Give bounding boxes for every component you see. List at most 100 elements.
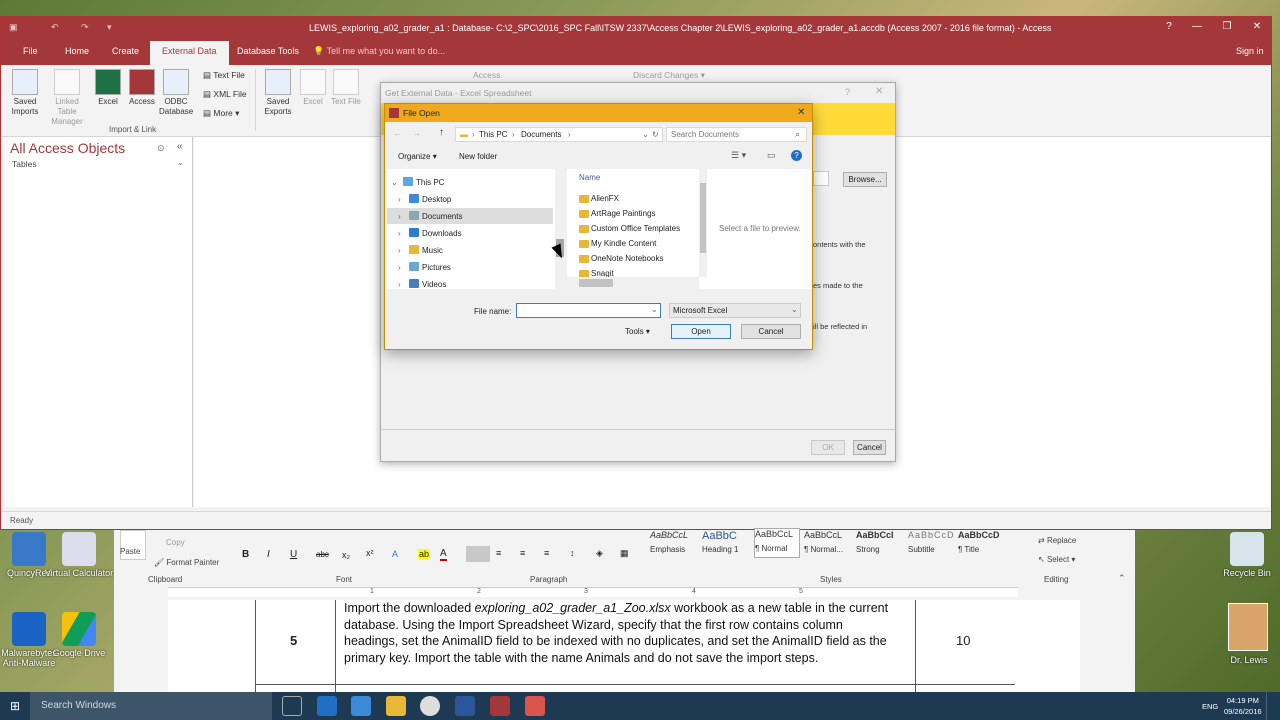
browse-button[interactable]: Browse... [843, 172, 887, 187]
step-instructions[interactable]: Import the downloaded exploring_a02_grad… [344, 600, 896, 666]
task-view-icon[interactable] [282, 696, 302, 716]
odbc-database-button[interactable]: ODBC Database [159, 69, 193, 117]
search-input[interactable]: Search Documents ⌕ [666, 127, 807, 142]
export-text-file-button[interactable]: Text File [329, 69, 363, 107]
expand-chevron-icon[interactable]: › [398, 263, 401, 272]
desktop-icon-google-drive[interactable]: Google Drive [44, 612, 114, 658]
file-item-my-kindle-content[interactable]: My Kindle Content [591, 239, 656, 248]
list-vertical-scrollbar[interactable] [699, 169, 707, 277]
tree-item-this-pc[interactable]: ⌄ This PC [387, 174, 553, 190]
style-heading-1[interactable]: AaBbC Heading 1 [702, 530, 752, 554]
scrollbar-thumb[interactable] [700, 183, 706, 253]
tree-item-pictures[interactable]: › Pictures [387, 259, 553, 275]
tree-item-videos[interactable]: › Videos [387, 276, 553, 289]
align-center-icon[interactable]: ≡ [496, 548, 501, 558]
align-left-icon[interactable] [466, 546, 490, 562]
expand-chevron-icon[interactable]: › [398, 229, 401, 238]
align-right-icon[interactable]: ≡ [520, 548, 525, 558]
tab-external-data[interactable]: External Data [150, 41, 229, 65]
style-emphasis[interactable]: AaBbCcL Emphasis [650, 530, 700, 554]
help-button[interactable]: ? [1159, 21, 1179, 32]
linked-table-manager-button[interactable]: Linked Table Manager [45, 69, 89, 127]
tools-button[interactable]: Tools ▾ [625, 327, 650, 336]
collapse-ribbon-icon[interactable]: ⌃ [1118, 573, 1126, 584]
tab-database-tools[interactable]: Database Tools [237, 46, 299, 56]
text-effects-icon[interactable]: A [392, 549, 398, 559]
close-icon[interactable]: ✕ [875, 86, 883, 97]
sign-in-link[interactable]: Sign in [1236, 46, 1264, 56]
import-text-file-button[interactable]: ▤ Text File [203, 70, 245, 81]
style-normal-variant[interactable]: AaBbCcL ¶ Normal... [804, 530, 854, 554]
help-icon[interactable]: ? [791, 150, 802, 161]
edge-icon[interactable] [317, 696, 337, 716]
chrome-icon[interactable] [420, 696, 440, 716]
tell-me-box[interactable]: 💡 Tell me what you want to do... [313, 46, 445, 57]
list-horizontal-scrollbar[interactable] [567, 277, 699, 289]
cancel-button[interactable]: Cancel [741, 324, 801, 339]
desktop-icon-virtual-calculator[interactable]: Virtual Calculator [44, 532, 114, 578]
file-item-artrage-paintings[interactable]: ArtRage Paintings [591, 209, 655, 218]
style-subtitle[interactable]: AaBbCcD Subtitle [908, 530, 956, 554]
scrollbar-thumb[interactable] [579, 279, 613, 287]
tab-home[interactable]: Home [65, 46, 89, 56]
tab-file[interactable]: File [23, 46, 38, 56]
saved-exports-button[interactable]: Saved Exports [261, 69, 295, 117]
up-arrow-icon[interactable]: ↑ [439, 127, 444, 138]
file-item-custom-office-templates[interactable]: Custom Office Templates [591, 224, 680, 233]
export-access-button[interactable]: Access [473, 70, 500, 80]
expand-chevron-icon[interactable]: › [398, 195, 401, 204]
expand-chevron-icon[interactable]: › [398, 280, 401, 289]
undo-icon[interactable]: ↶ [51, 22, 61, 32]
column-header-name[interactable]: Name [579, 173, 600, 182]
expand-chevron-icon[interactable]: ⌄ [391, 178, 398, 187]
import-excel-button[interactable]: Excel [91, 69, 125, 107]
minimize-button[interactable]: — [1187, 21, 1207, 32]
taskbar-search[interactable]: Search Windows [30, 692, 272, 720]
underline-icon[interactable]: U [290, 549, 297, 560]
close-button[interactable]: ✕ [1247, 21, 1267, 32]
breadcrumb-documents[interactable]: Documents [521, 130, 561, 139]
breadcrumb-this-pc[interactable]: This PC [479, 130, 507, 139]
view-options-icon[interactable]: ☰ ▾ [731, 150, 746, 161]
show-desktop-button[interactable] [1266, 692, 1280, 720]
subscript-icon[interactable]: x₂ [342, 550, 350, 560]
redo-icon[interactable]: ↷ [81, 22, 91, 32]
shutter-bar-icon[interactable]: « [177, 141, 183, 152]
back-arrow-icon[interactable]: ← [393, 128, 402, 138]
select-button[interactable]: ↖ Select ▾ [1038, 555, 1075, 564]
address-bar[interactable]: ▬ › This PC › Documents › ⌄ ↻ [455, 127, 663, 142]
close-icon[interactable]: ✕ [797, 107, 805, 118]
nav-pane-title[interactable]: All Access Objects [10, 140, 125, 156]
nav-dropdown-icon[interactable]: ⊙ [157, 143, 165, 154]
style-strong[interactable]: AaBbCcI Strong [856, 530, 906, 554]
windows-start-icon[interactable]: ⊞ [10, 699, 20, 713]
justify-icon[interactable]: ≡ [544, 548, 549, 558]
cancel-button[interactable]: Cancel [853, 440, 886, 455]
refresh-icon[interactable]: ↻ [652, 130, 659, 139]
font-color-icon[interactable]: A [440, 548, 447, 561]
language-indicator[interactable]: ENG [1202, 702, 1218, 711]
ok-button[interactable]: OK [811, 440, 845, 455]
shading-icon[interactable]: ◈ [596, 548, 603, 559]
address-dropdown-icon[interactable]: ⌄ [642, 130, 649, 139]
forward-arrow-icon[interactable]: → [412, 128, 421, 138]
style-title[interactable]: AaBbCcD ¶ Title [958, 530, 1008, 554]
tree-item-desktop[interactable]: › Desktop [387, 191, 553, 207]
new-folder-button[interactable]: New folder [459, 152, 497, 161]
ie-icon[interactable] [351, 696, 371, 716]
replace-button[interactable]: ⇄ Replace [1038, 536, 1076, 545]
chevron-down-icon[interactable]: ⌄ [651, 305, 658, 314]
open-button[interactable]: Open [671, 324, 731, 339]
organize-button[interactable]: Organize ▾ [398, 152, 437, 161]
discard-changes-button[interactable]: Discard Changes ▾ [633, 70, 705, 81]
highlight-icon[interactable]: ab [418, 549, 431, 559]
tree-scrollbar[interactable] [555, 169, 565, 289]
copy-button[interactable]: Copy [166, 538, 185, 547]
format-painter-button[interactable]: 🖌 Format Painter [154, 558, 219, 567]
file-explorer-icon[interactable] [386, 696, 406, 716]
import-access-button[interactable]: Access [125, 69, 159, 107]
file-item-onenote-notebooks[interactable]: OneNote Notebooks [591, 254, 664, 263]
expand-chevron-icon[interactable]: › [398, 246, 401, 255]
tab-create[interactable]: Create [112, 46, 139, 56]
access-taskbar-icon[interactable] [490, 696, 510, 716]
